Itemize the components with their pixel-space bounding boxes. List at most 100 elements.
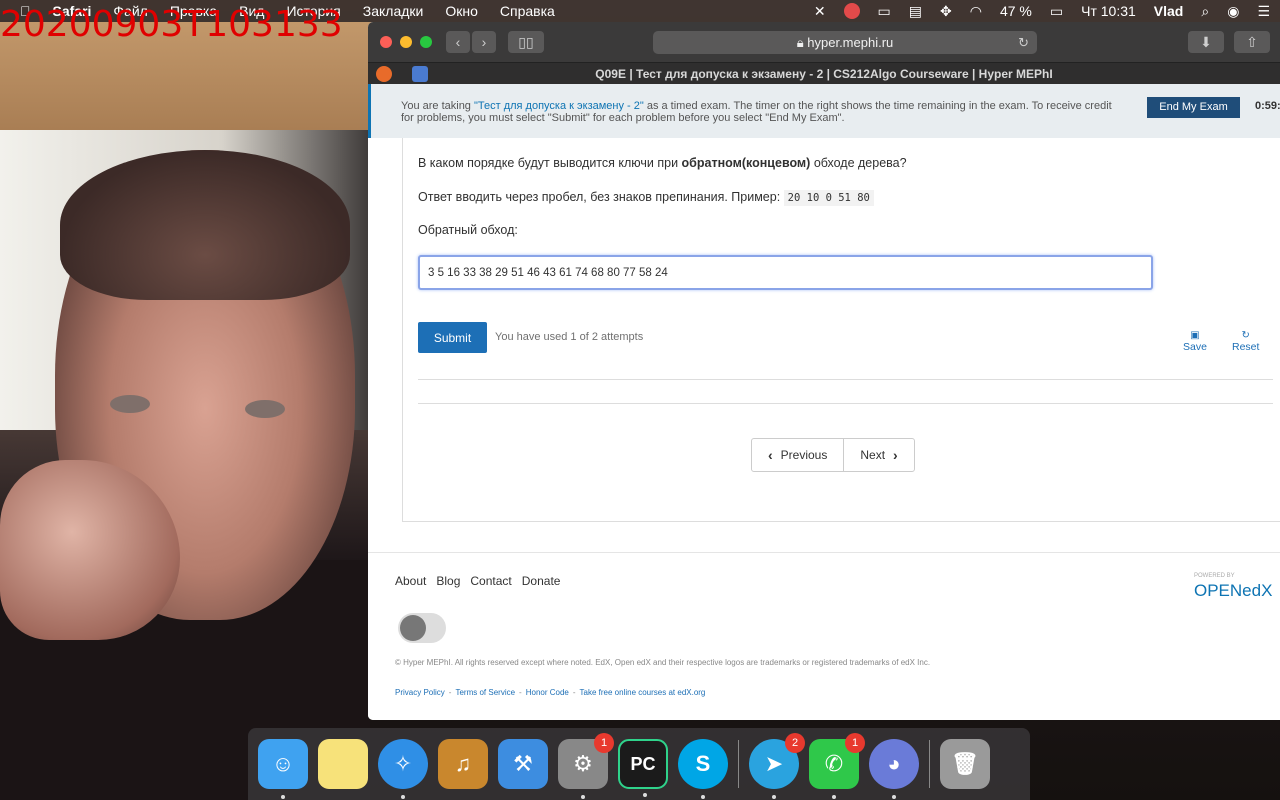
privacy-policy-link[interactable]: Privacy Policy bbox=[395, 688, 445, 697]
save-label: Save bbox=[1183, 341, 1207, 353]
user-name[interactable]: Vlad bbox=[1154, 3, 1184, 19]
battery-icon[interactable]: ▭ bbox=[1050, 3, 1063, 20]
timed-exam-banner: You are taking "Тест для допуска к экзам… bbox=[368, 84, 1280, 138]
close-window-button[interactable] bbox=[380, 36, 392, 48]
dock-telegram-icon[interactable]: ➤ 2 bbox=[749, 733, 805, 799]
open-edx-logo[interactable]: POWERED BY OPENedX bbox=[1194, 573, 1272, 601]
running-indicator bbox=[581, 795, 585, 799]
notification-icon[interactable] bbox=[843, 3, 860, 19]
reset-button[interactable]: ↻ Reset bbox=[1232, 330, 1259, 353]
previous-button[interactable]: ‹ Previous bbox=[752, 439, 843, 471]
clock[interactable]: Чт 10:31 bbox=[1081, 3, 1136, 19]
answer-format-instructions: Ответ вводить через пробел, без знаков п… bbox=[418, 190, 874, 206]
answer-input[interactable] bbox=[418, 255, 1153, 290]
dock-xcode-icon[interactable]: ⚒ bbox=[498, 739, 548, 789]
dock-discord-icon[interactable]: ◕ bbox=[869, 739, 919, 799]
menu-item-bookmarks[interactable]: Закладки bbox=[363, 3, 424, 19]
sidebar-toggle-icon[interactable]: ▯▯ bbox=[508, 31, 544, 53]
bluetooth-off-icon[interactable]: ✕ bbox=[814, 3, 826, 20]
dock-system-preferences-icon[interactable]: ⚙ 1 bbox=[558, 733, 614, 799]
copyright-text: © Hyper MEPhI. All rights reserved excep… bbox=[395, 658, 931, 667]
siri-icon[interactable]: ◉ bbox=[1227, 3, 1239, 20]
minimize-window-button[interactable] bbox=[400, 36, 412, 48]
next-button[interactable]: Next › bbox=[843, 439, 913, 471]
running-indicator bbox=[701, 795, 705, 799]
lock-icon: 🔒︎ bbox=[796, 35, 808, 50]
question-part: обходе дерева? bbox=[810, 156, 907, 170]
tab-active-title[interactable]: Q09E | Тест для допуска к экзамену - 2 |… bbox=[368, 67, 1280, 81]
extension-icon[interactable]: ✥ bbox=[940, 3, 952, 20]
question-text: В каком порядке будут выводится ключи пр… bbox=[418, 156, 907, 170]
dock-trash-icon[interactable]: 🗑︎ bbox=[940, 739, 990, 789]
spotlight-search-icon[interactable]: ⌕ bbox=[1201, 3, 1209, 20]
share-icon[interactable]: ⇧ bbox=[1234, 31, 1270, 53]
back-button[interactable]: ‹ bbox=[446, 31, 470, 53]
downloads-icon[interactable]: ⬇ bbox=[1188, 31, 1224, 53]
theme-toggle[interactable] bbox=[398, 613, 446, 643]
address-bar[interactable]: 🔒︎ hyper.mephi.ru ↻ bbox=[653, 31, 1037, 54]
honor-code-link[interactable]: Honor Code bbox=[526, 688, 569, 697]
browser-window: ‹ › ▯▯ 🔒︎ hyper.mephi.ru ↻ ⬇ ⇧ Q09E | Те… bbox=[368, 22, 1280, 720]
divider bbox=[418, 403, 1273, 404]
running-indicator bbox=[892, 795, 896, 799]
next-label: Next bbox=[860, 448, 886, 462]
menu-item-window[interactable]: Окно bbox=[445, 3, 478, 19]
question-part: В каком порядке будут выводится ключи пр… bbox=[418, 156, 682, 170]
save-icon: ▣ bbox=[1190, 330, 1200, 341]
chevron-right-icon: › bbox=[893, 447, 898, 463]
wifi-icon[interactable]: ◠ bbox=[970, 3, 982, 20]
running-indicator bbox=[772, 795, 776, 799]
dock-notes-icon[interactable] bbox=[318, 739, 368, 789]
answer-input-label: Обратный обход: bbox=[418, 223, 518, 237]
save-button[interactable]: ▣ Save bbox=[1183, 330, 1207, 353]
webcam-person-eye bbox=[110, 395, 150, 413]
chevron-left-icon: ‹ bbox=[768, 447, 773, 463]
menu-item-help[interactable]: Справка bbox=[500, 3, 555, 19]
separator: - bbox=[448, 688, 452, 697]
footer-link-blog[interactable]: Blog bbox=[436, 574, 460, 588]
recording-timestamp: 20200903T103133 bbox=[0, 4, 343, 45]
battery-percent[interactable]: 47 % bbox=[1000, 3, 1032, 19]
forward-button[interactable]: › bbox=[472, 31, 496, 53]
exam-timer: 0:59: bbox=[1255, 100, 1280, 112]
pycharm-label: PC bbox=[630, 753, 656, 774]
dock-pycharm-icon[interactable]: PC bbox=[618, 739, 668, 797]
dock-finder-icon[interactable]: ☺ bbox=[258, 739, 308, 799]
notification-badge: 1 bbox=[594, 733, 614, 753]
dock-skype-icon[interactable]: S bbox=[678, 739, 728, 799]
separator: - bbox=[519, 688, 522, 697]
tab-bar: Q09E | Тест для допуска к экзамену - 2 |… bbox=[368, 62, 1280, 84]
dock-garageband-icon[interactable]: ♫ bbox=[438, 739, 488, 789]
question-emphasis: обратном(концевом) bbox=[681, 156, 811, 170]
notification-center-icon[interactable]: ☰ bbox=[1257, 3, 1270, 20]
zoom-window-button[interactable] bbox=[420, 36, 432, 48]
previous-label: Previous bbox=[780, 448, 828, 462]
sequence-navigation: ‹ Previous Next › bbox=[751, 438, 915, 472]
format-text: Ответ вводить через пробел, без знаков п… bbox=[418, 190, 784, 204]
input-source-flag-icon[interactable]: ▤ bbox=[909, 3, 922, 20]
reload-icon[interactable]: ↻ bbox=[1018, 31, 1029, 54]
example-code: 20 10 0 51 80 bbox=[783, 190, 874, 206]
dock-facetime-icon[interactable]: ✆ 1 bbox=[809, 733, 865, 799]
footer-link-donate[interactable]: Donate bbox=[522, 574, 561, 588]
webcam-person-hair bbox=[60, 150, 350, 300]
window-controls bbox=[380, 36, 432, 48]
screen-mirror-icon[interactable]: ▭ bbox=[878, 3, 891, 20]
submit-button[interactable]: Submit bbox=[418, 322, 487, 353]
terms-of-service-link[interactable]: Terms of Service bbox=[455, 688, 515, 697]
end-my-exam-button[interactable]: End My Exam bbox=[1147, 97, 1240, 118]
dock-separator bbox=[738, 740, 739, 788]
exam-banner-text: You are taking bbox=[401, 100, 474, 112]
running-indicator bbox=[643, 793, 647, 797]
dock-separator bbox=[929, 740, 930, 788]
legal-links: Privacy Policy - Terms of Service - Honor … bbox=[395, 688, 705, 697]
running-indicator bbox=[832, 795, 836, 799]
edx-courses-link[interactable]: Take free online courses at edX.org bbox=[580, 688, 706, 697]
webcam-person-eye bbox=[245, 400, 285, 418]
footer-link-about[interactable]: About bbox=[395, 574, 426, 588]
reset-icon: ↻ bbox=[1241, 330, 1250, 341]
exam-name-link[interactable]: "Тест для допуска к экзамену - 2" bbox=[474, 100, 644, 112]
page-footer: About Blog Contact Donate POWERED BY OPE… bbox=[368, 552, 1280, 720]
dock-safari-icon[interactable]: ✧ bbox=[378, 739, 428, 799]
footer-link-contact[interactable]: Contact bbox=[470, 574, 511, 588]
